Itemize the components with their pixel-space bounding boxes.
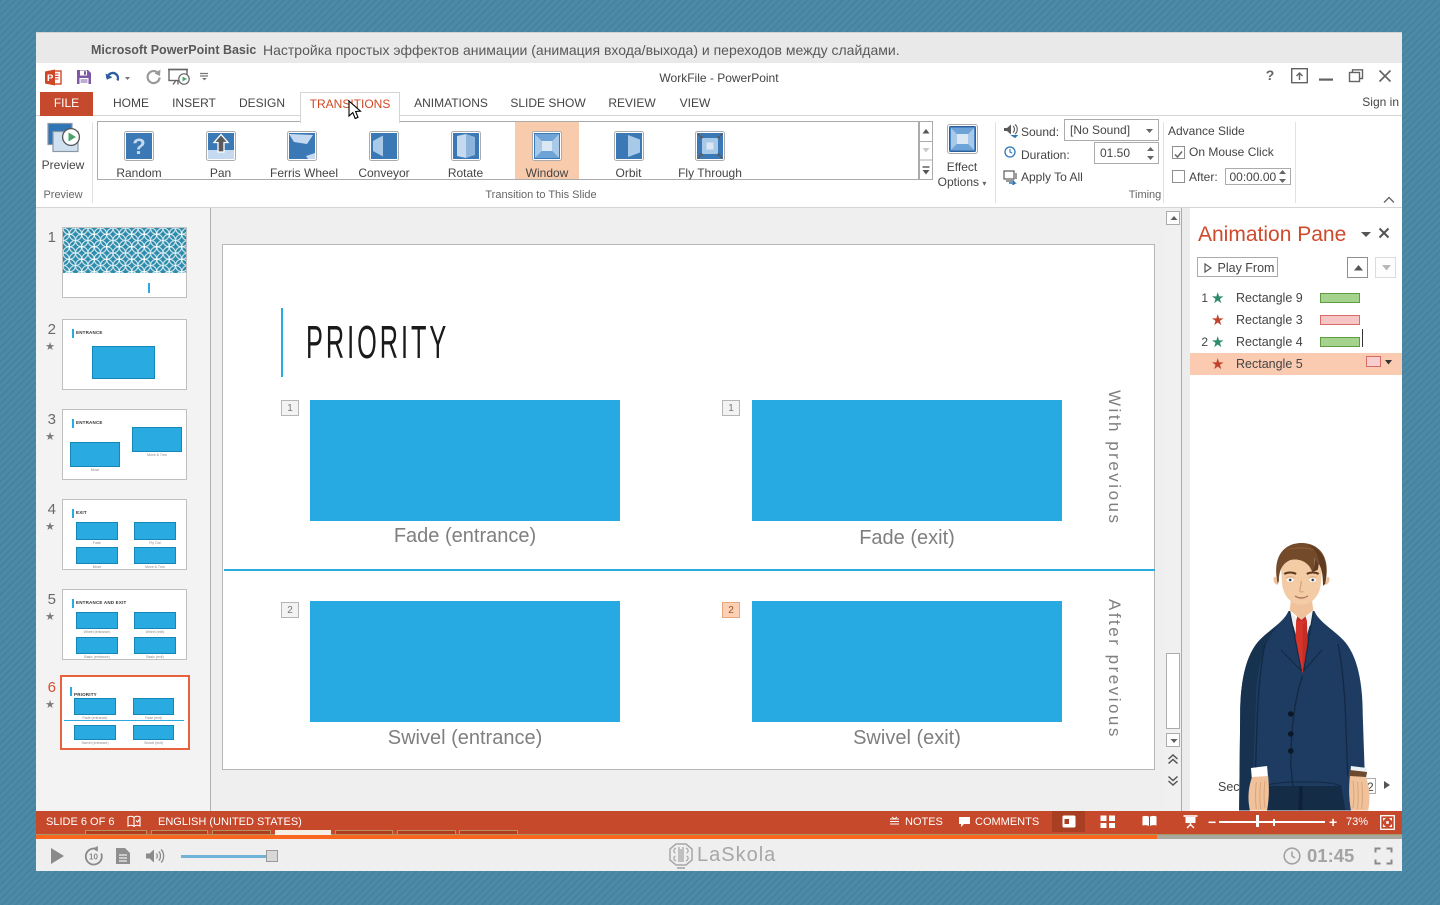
svg-text:P: P bbox=[47, 73, 54, 84]
svg-text:?: ? bbox=[132, 134, 145, 159]
svg-text:10: 10 bbox=[89, 852, 98, 861]
